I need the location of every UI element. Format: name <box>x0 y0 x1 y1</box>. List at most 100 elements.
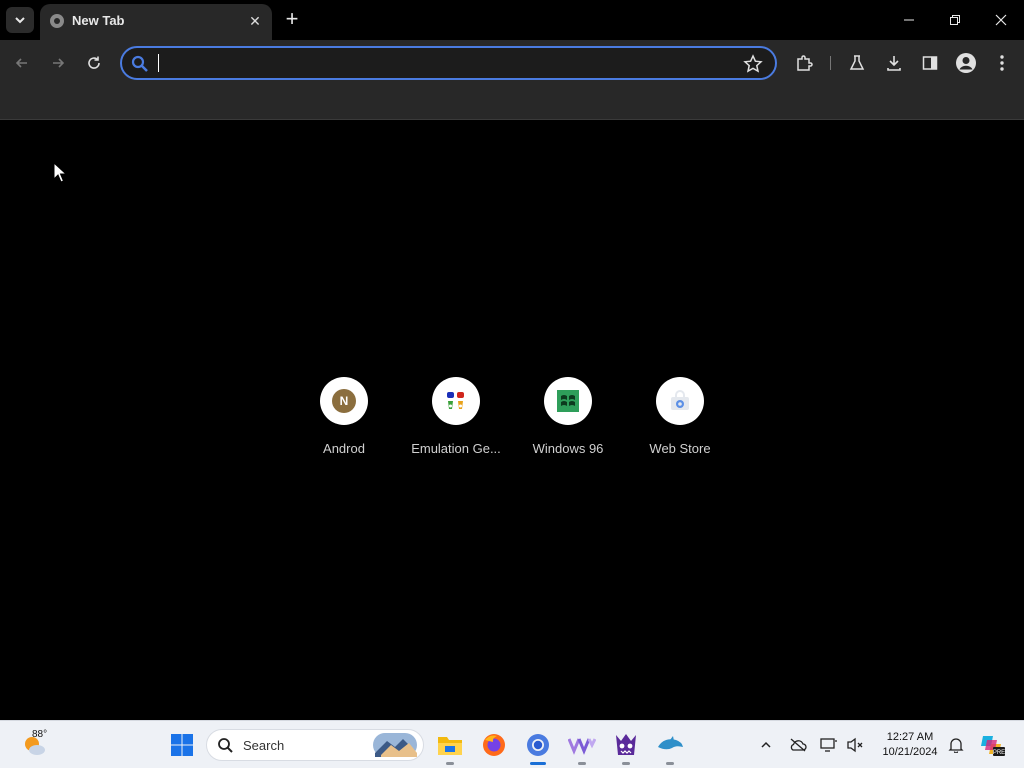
account-icon <box>956 53 976 73</box>
close-tab-icon[interactable]: ✕ <box>246 12 264 30</box>
tab-search-button[interactable] <box>6 7 34 33</box>
toolbar-divider <box>830 56 831 70</box>
toolbar <box>0 40 1024 86</box>
new-tab-page <box>0 121 1024 720</box>
shortcut-windows-96[interactable]: Windows 96 <box>518 377 618 456</box>
clock-time: 12:27 AM <box>886 731 934 743</box>
show-hidden-icons-button[interactable] <box>756 735 776 755</box>
svg-text:PRE: PRE <box>993 750 1005 756</box>
address-bar[interactable] <box>120 46 777 80</box>
arrow-right-icon <box>53 58 65 68</box>
chrome-icon <box>527 734 549 756</box>
shortcut-icon-circle <box>544 377 592 425</box>
start-button[interactable] <box>166 729 198 761</box>
minimize-button[interactable] <box>886 0 932 40</box>
copilot-button[interactable]: PRE <box>976 729 1008 761</box>
flask-icon <box>849 55 865 70</box>
restore-icon <box>950 15 960 25</box>
shortcut-label: Windows 96 <box>532 441 604 456</box>
letter-n-icon: N <box>332 389 356 413</box>
restore-button[interactable] <box>932 0 978 40</box>
app-running-indicator <box>622 762 630 765</box>
reload-button[interactable] <box>81 50 107 76</box>
notifications-button[interactable] <box>946 735 966 755</box>
puzzle-icon <box>797 55 813 71</box>
shortcut-web-store[interactable]: Web Store <box>630 377 730 456</box>
forward-button[interactable] <box>45 50 71 76</box>
weather-temperature: 88° <box>32 729 48 740</box>
bookmarks-bar <box>0 86 1024 120</box>
taskbar-file-explorer[interactable] <box>434 729 466 765</box>
minimize-icon <box>904 19 914 21</box>
arrow-left-icon <box>15 58 27 68</box>
globe-icon <box>50 14 64 28</box>
taskbar-app-5[interactable] <box>610 729 642 765</box>
close-icon <box>995 14 1007 26</box>
tray-network[interactable] <box>819 735 839 755</box>
search-icon <box>218 738 233 753</box>
app-running-indicator <box>446 762 454 765</box>
copilot-icon: PRE <box>981 736 1005 756</box>
clock-date: 10/21/2024 <box>882 746 938 758</box>
close-window-button[interactable] <box>978 0 1024 40</box>
cloud-offline-icon <box>790 738 807 752</box>
reload-icon <box>88 56 100 69</box>
shortcut-icon-circle <box>432 377 480 425</box>
app-running-indicator <box>578 762 586 765</box>
search-highlight-icon <box>373 733 417 757</box>
extensions-button[interactable] <box>793 52 815 74</box>
side-panel-button[interactable] <box>919 52 941 74</box>
labs-button[interactable] <box>846 52 868 74</box>
bell-icon <box>948 738 964 753</box>
profile-button[interactable] <box>955 52 977 74</box>
tab-strip: New Tab ✕ + <box>0 0 1024 40</box>
purple-app-icon <box>568 738 596 755</box>
shortcut-label: Androd <box>323 441 365 456</box>
new-tab-button[interactable]: + <box>280 8 304 32</box>
web-store-icon <box>671 390 689 410</box>
taskbar-app-4[interactable] <box>566 729 598 765</box>
network-monitor-icon <box>820 738 837 752</box>
emulation-gamer-icon <box>447 392 464 409</box>
side-panel-icon <box>922 56 938 70</box>
shortcut-emulation-ge[interactable]: Emulation Ge... <box>406 377 506 456</box>
shortcut-icon-circle: N <box>320 377 368 425</box>
taskbar: 88° Search 12:27 AM 10/21/2024 PRE <box>0 720 1024 768</box>
taskbar-dolphin[interactable] <box>654 729 686 765</box>
mouse-pointer-icon <box>53 162 67 183</box>
tray-volume[interactable] <box>845 735 865 755</box>
address-input[interactable] <box>158 52 738 74</box>
download-icon <box>887 56 901 71</box>
back-button[interactable] <box>9 50 35 76</box>
downloads-button[interactable] <box>883 52 905 74</box>
volume-muted-icon <box>847 737 863 753</box>
windows-96-icon <box>557 390 579 412</box>
firefox-icon <box>483 734 505 756</box>
creature-app-icon <box>616 734 636 755</box>
shortcut-androd[interactable]: N Androd <box>294 377 394 456</box>
taskbar-chrome[interactable] <box>522 729 554 765</box>
bookmark-star-icon[interactable] <box>743 54 763 74</box>
screen: New Tab ✕ + N Androd Emulation Ge... Win… <box>0 0 1024 768</box>
more-vertical-icon <box>1000 55 1004 71</box>
tray-onedrive[interactable] <box>788 735 808 755</box>
windows-logo-icon <box>171 734 193 756</box>
shortcut-icon-circle <box>656 377 704 425</box>
text-caret <box>158 54 159 72</box>
app-active-indicator <box>530 762 546 765</box>
menu-button[interactable] <box>991 52 1013 74</box>
chevron-down-icon <box>15 17 25 24</box>
chevron-up-icon <box>761 741 771 748</box>
taskbar-search[interactable]: Search <box>206 729 424 761</box>
shortcut-label: Web Store <box>649 441 711 456</box>
shortcut-label: Emulation Ge... <box>411 441 501 456</box>
app-running-indicator <box>666 762 674 765</box>
dolphin-icon <box>658 736 683 750</box>
folder-icon <box>438 737 462 755</box>
tab-new-tab[interactable]: New Tab ✕ <box>40 4 272 40</box>
system-clock[interactable]: 12:27 AM 10/21/2024 <box>872 730 948 760</box>
search-icon <box>131 55 148 72</box>
taskbar-firefox[interactable] <box>478 729 510 761</box>
search-placeholder: Search <box>243 738 285 753</box>
tab-title: New Tab <box>72 13 125 28</box>
